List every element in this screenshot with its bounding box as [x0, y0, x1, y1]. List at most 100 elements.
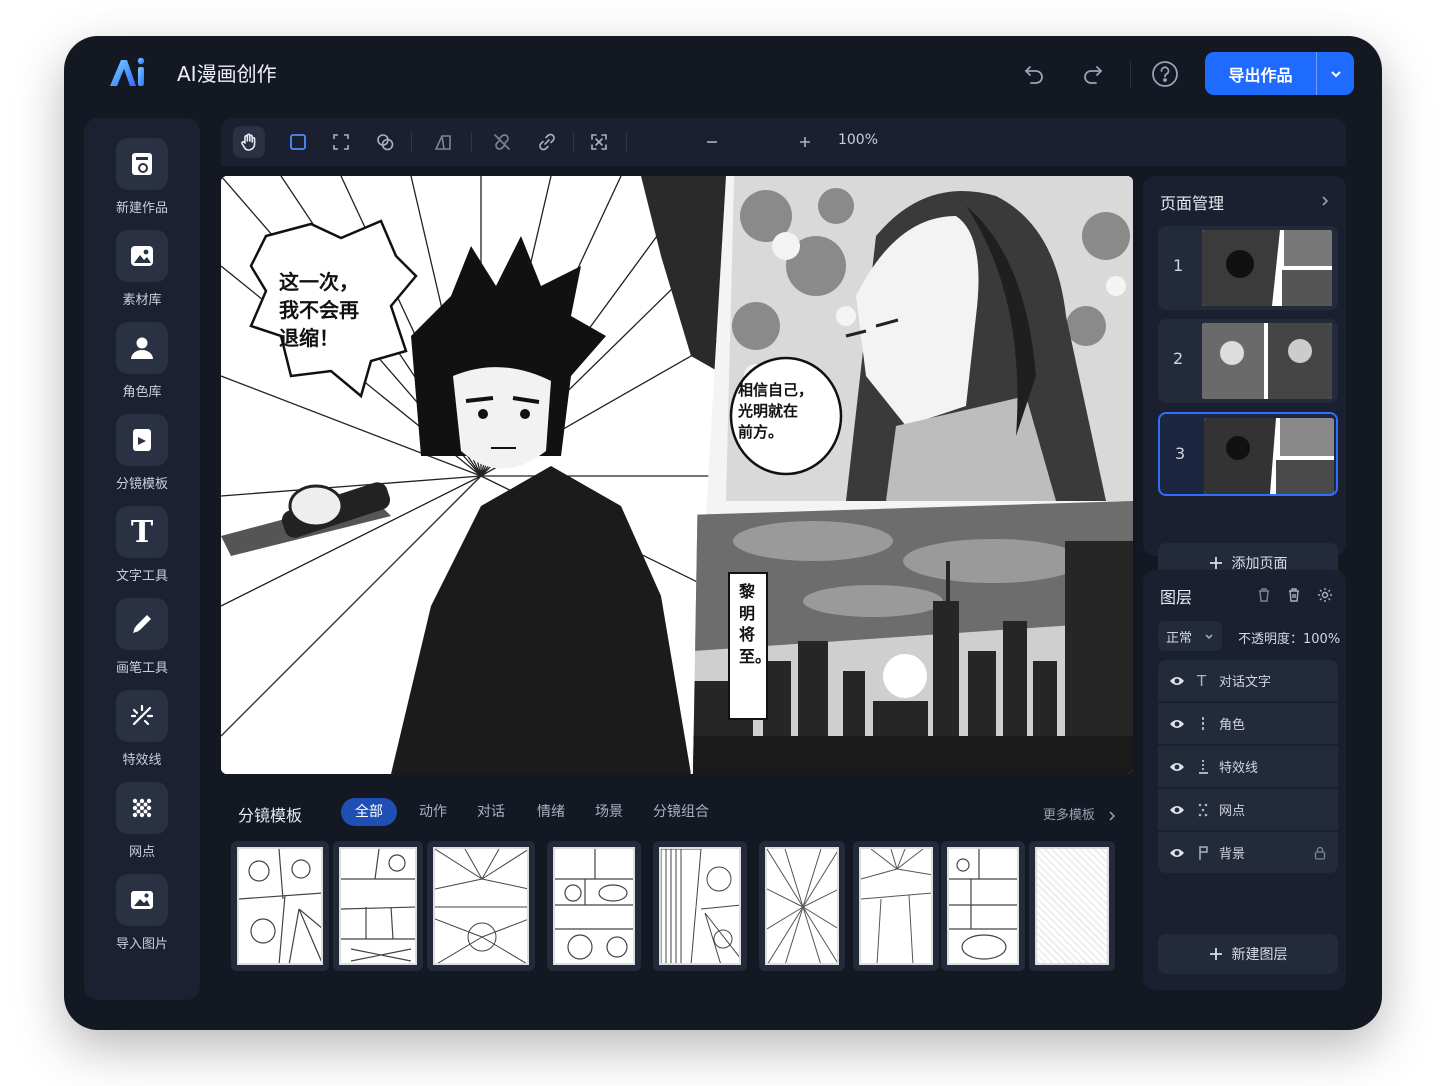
marquee-select-button[interactable] — [325, 126, 357, 158]
template-tab-scene[interactable]: 场景 — [581, 798, 637, 826]
perspective-tool-button[interactable] — [427, 126, 459, 158]
sidebar-label: 导入图片 — [115, 937, 168, 952]
sidebar-label: 角色库 — [122, 385, 162, 400]
chevron-right-icon[interactable] — [1318, 194, 1332, 208]
bubble-text-line: 光明就在 — [738, 402, 799, 420]
export-dropdown[interactable] — [1316, 52, 1354, 95]
screentone-icon — [132, 798, 152, 818]
page-item-2[interactable]: 2 — [1158, 319, 1338, 403]
zoom-level: 100% — [837, 132, 879, 148]
layer-row-dialog-text[interactable]: T 对话文字 — [1158, 659, 1338, 701]
text-icon: T — [130, 514, 154, 550]
sidebar-item-screentone[interactable]: 网点 — [84, 782, 200, 860]
city-skyline-art — [693, 501, 1133, 774]
eye-icon[interactable] — [1169, 675, 1185, 687]
sidebar-item-gallery[interactable]: 素材库 — [84, 230, 200, 308]
sidebar-item-characters[interactable]: 角色库 — [84, 322, 200, 400]
bubble-text-line: 前方。 — [738, 423, 784, 441]
hand-icon — [241, 133, 256, 151]
layer-row-background[interactable]: 背景 — [1158, 831, 1338, 873]
unlink-button[interactable] — [486, 126, 518, 158]
vertical-caption[interactable]: 黎明将至。 — [739, 581, 771, 667]
sidebar-item-import-image[interactable]: 导入图片 — [84, 874, 200, 952]
sidebar-item-new-work[interactable]: 新建作品 — [84, 138, 200, 216]
template-tab-emotion[interactable]: 情绪 — [523, 798, 579, 826]
layer-row-character[interactable]: 角色 — [1158, 702, 1338, 744]
templates-title: 分镜模板 — [238, 806, 303, 825]
page-thumbnail — [1202, 230, 1332, 306]
template-card[interactable] — [231, 841, 329, 971]
marquee-icon — [333, 134, 349, 150]
sidebar-label: 特效线 — [122, 753, 162, 768]
template-card[interactable] — [853, 841, 939, 971]
template-card[interactable] — [333, 841, 423, 971]
chevron-down-icon — [1330, 70, 1341, 77]
header-divider — [1130, 62, 1131, 88]
trash-icon[interactable] — [1286, 587, 1302, 603]
speech-bubble-2[interactable]: 相信自己， 光明就在 前方。 — [738, 380, 813, 443]
speech-bubble-1[interactable]: 这一次， 我不会再 退缩！ — [279, 268, 359, 352]
more-templates-link[interactable]: 更多模板 — [1043, 804, 1117, 823]
template-card[interactable] — [427, 841, 535, 971]
plus-icon — [800, 137, 810, 147]
delete-layer-icon[interactable] — [1256, 587, 1272, 603]
link-icon — [539, 133, 555, 151]
panel-2[interactable]: 相信自己， 光明就在 前方。 — [726, 176, 1133, 501]
eye-icon[interactable] — [1169, 804, 1185, 816]
new-work-icon — [132, 153, 152, 175]
manga-canvas[interactable]: 这一次， 我不会再 退缩！ 相信自己， 光明就在 前方。 黎明将至。 — [221, 176, 1133, 774]
template-tab-combo[interactable]: 分镜组合 — [639, 798, 723, 826]
help-icon[interactable] — [1149, 58, 1181, 90]
sidebar-item-effect-lines[interactable]: 特效线 — [84, 690, 200, 768]
sidebar-item-brush-tool[interactable]: 画笔工具 — [84, 598, 200, 676]
lasso-select-button[interactable] — [369, 126, 401, 158]
template-card[interactable] — [653, 841, 747, 971]
link-button[interactable] — [531, 126, 563, 158]
settings-icon[interactable] — [1317, 587, 1333, 603]
template-card[interactable] — [941, 841, 1025, 971]
lock-icon[interactable] — [1314, 846, 1326, 860]
fit-screen-button[interactable] — [583, 126, 615, 158]
character-layer-icon — [1202, 716, 1204, 730]
eye-icon[interactable] — [1169, 718, 1185, 730]
template-card[interactable] — [547, 841, 641, 971]
eye-icon[interactable] — [1169, 847, 1185, 859]
gallery-icon — [131, 246, 153, 266]
template-tab-action[interactable]: 动作 — [405, 798, 461, 826]
dots-layer-icon — [1198, 803, 1208, 816]
panel-1[interactable]: 这一次， 我不会再 退缩！ — [221, 176, 726, 774]
layer-name: 网点 — [1219, 804, 1246, 819]
redo-icon[interactable] — [1077, 58, 1109, 90]
opacity-value: 100% — [1303, 632, 1341, 647]
layer-row-effect-lines[interactable]: 特效线 — [1158, 745, 1338, 787]
sidebar-item-storyboard[interactable]: 分镜模板 — [84, 414, 200, 492]
eye-icon[interactable] — [1169, 761, 1185, 773]
import-image-icon — [131, 891, 153, 909]
rect-select-button[interactable] — [282, 126, 314, 158]
canvas-toolbar: 100% — [221, 118, 1346, 166]
template-tab-all[interactable]: 全部 — [341, 798, 397, 826]
sidebar-item-text-tool[interactable]: T 文字工具 — [84, 506, 200, 584]
template-card[interactable] — [1029, 841, 1115, 971]
zoom-in-button[interactable] — [789, 126, 821, 158]
page-item-3[interactable]: 3 — [1158, 412, 1338, 496]
sidebar-label: 画笔工具 — [115, 661, 168, 676]
page-item-1[interactable]: 1 — [1158, 226, 1338, 310]
panel-3[interactable]: 黎明将至。 — [693, 501, 1133, 774]
page-manager-title: 页面管理 — [1160, 194, 1225, 213]
template-tab-dialog[interactable]: 对话 — [463, 798, 519, 826]
layer-row-screentone[interactable]: 网点 — [1158, 788, 1338, 830]
hand-tool-button[interactable] — [233, 126, 265, 158]
header: AI漫画创作 导出作品 — [64, 36, 1382, 112]
page-thumbnail — [1204, 418, 1334, 494]
new-layer-button[interactable]: 新建图层 — [1158, 934, 1338, 974]
chevron-right-icon — [1109, 810, 1116, 821]
export-button[interactable]: 导出作品 — [1205, 52, 1354, 95]
template-card[interactable] — [759, 841, 845, 971]
blend-mode-select[interactable]: 正常 — [1158, 621, 1222, 651]
opacity-control[interactable]: 不透明度：100% — [1238, 628, 1340, 647]
undo-icon[interactable] — [1018, 58, 1050, 90]
app-window: AI漫画创作 导出作品 新建作品 素材库 角色库 分镜模板 T 文字工具 画笔工… — [64, 36, 1382, 1030]
zoom-out-button[interactable] — [696, 126, 728, 158]
layer-name: 特效线 — [1219, 761, 1259, 776]
